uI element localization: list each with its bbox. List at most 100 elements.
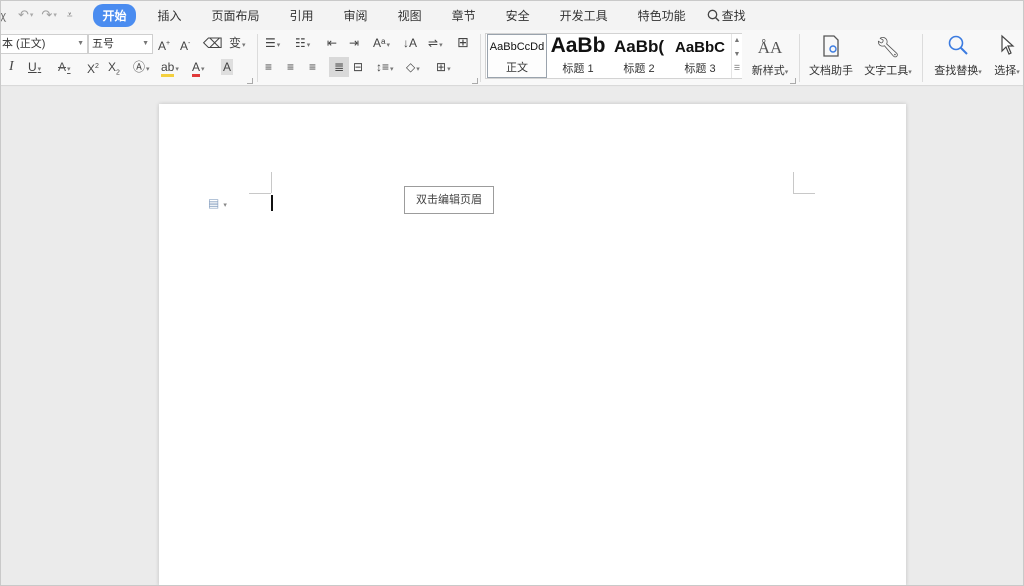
clear-formatting-icon[interactable]: ⌫ bbox=[203, 35, 223, 51]
shading-fill-icon[interactable]: ◇▾ bbox=[406, 59, 420, 78]
style-preview: AaBbC bbox=[674, 39, 725, 56]
document-workspace: ▤ ▾ 双击编辑页眉 bbox=[0, 87, 1024, 586]
style-heading-3[interactable]: AaBbC 标题 3 bbox=[670, 34, 730, 78]
change-case-icon[interactable]: Aᵃ▾ bbox=[373, 35, 390, 54]
margin-corner-mark bbox=[793, 172, 794, 193]
gallery-expand-icon[interactable]: ☰ bbox=[732, 62, 742, 76]
styles-dialog-launcher[interactable] bbox=[790, 78, 796, 84]
style-heading-2[interactable]: AaBb( 标题 2 bbox=[609, 34, 669, 78]
strikethrough-icon[interactable]: A▾ bbox=[58, 59, 71, 78]
style-gallery-scroll[interactable]: ▲ ▼ ☰ bbox=[731, 34, 742, 78]
text-cursor bbox=[271, 195, 273, 211]
tab-page-layout[interactable]: 页面布局 bbox=[204, 4, 268, 27]
search-tab[interactable]: 查找 bbox=[707, 7, 746, 24]
ribbon-separator bbox=[480, 34, 481, 82]
style-label: 正文 bbox=[506, 62, 528, 74]
align-right-icon[interactable]: ≡ bbox=[309, 59, 316, 75]
redo-dropdown-icon[interactable]: ▾ bbox=[53, 11, 57, 19]
new-style-button[interactable]: ÅA 新样式▾ bbox=[747, 34, 793, 78]
style-preview: AaBbCcDd bbox=[489, 41, 545, 53]
undo-icon[interactable]: ↶ bbox=[18, 7, 29, 23]
text-tools-label: 文字工具 bbox=[864, 65, 909, 77]
text-effects-icon[interactable]: Ⓐ▾ bbox=[133, 59, 150, 78]
align-center-icon[interactable]: ≡ bbox=[287, 59, 294, 75]
underline-icon[interactable]: U▾ bbox=[28, 59, 41, 78]
menu-bar: ꭕ ↶ ▾ ↷ ▾ ⩡ 开始 插入 页面布局 引用 审阅 视图 章节 安全 开发… bbox=[0, 0, 1024, 30]
superscript-icon[interactable]: X2 bbox=[87, 59, 99, 77]
text-tools-button[interactable]: 🔧︎ 文字工具▾ bbox=[860, 34, 916, 78]
borders-icon[interactable]: ⊞▾ bbox=[436, 59, 451, 78]
decrease-font-size-icon[interactable]: A- bbox=[180, 36, 190, 54]
bullet-list-icon[interactable]: ☰▾ bbox=[265, 35, 280, 54]
table-grid-icon[interactable]: ⊞ bbox=[457, 34, 469, 50]
document-assistant-button[interactable]: 文档助手 bbox=[806, 34, 856, 78]
ribbon-separator bbox=[922, 34, 923, 82]
font-name-select[interactable]: 本 (正文) ▼ bbox=[0, 34, 88, 54]
decrease-indent-icon[interactable]: ⇤ bbox=[327, 35, 337, 51]
tab-home[interactable]: 开始 bbox=[93, 3, 136, 27]
increase-indent-icon[interactable]: ⇥ bbox=[349, 35, 359, 51]
tab-developer[interactable]: 开发工具 bbox=[552, 4, 616, 27]
sort-icon[interactable]: ↓A bbox=[403, 35, 417, 51]
document-page[interactable]: ▤ ▾ 双击编辑页眉 bbox=[159, 104, 906, 586]
tab-references[interactable]: 引用 bbox=[282, 4, 322, 27]
search-tab-label: 查找 bbox=[721, 8, 746, 23]
tab-view[interactable]: 视图 bbox=[390, 4, 430, 27]
numbered-list-icon[interactable]: ☷▾ bbox=[295, 35, 310, 54]
italic-icon[interactable]: I bbox=[9, 59, 14, 75]
chevron-down-icon: ▼ bbox=[77, 40, 84, 47]
customize-quick-access-icon[interactable]: ⩡ bbox=[67, 10, 73, 21]
find-replace-button[interactable]: 查找替换▾ bbox=[928, 34, 988, 78]
search-icon bbox=[707, 9, 720, 21]
redo-icon[interactable]: ↷ bbox=[41, 7, 52, 23]
select-button[interactable]: 选择▾ bbox=[990, 34, 1024, 78]
show-marks-icon[interactable]: ⇌▾ bbox=[428, 35, 443, 54]
ribbon-separator bbox=[257, 34, 258, 82]
wrench-icon: 🔧︎ bbox=[875, 37, 901, 59]
justify-icon[interactable]: ≣ bbox=[329, 57, 349, 77]
font-color-icon[interactable]: A▾ bbox=[192, 59, 205, 78]
font-dialog-launcher[interactable] bbox=[247, 78, 253, 84]
style-normal[interactable]: AaBbCcDd 正文 bbox=[487, 34, 547, 78]
tab-review[interactable]: 审阅 bbox=[336, 4, 376, 27]
font-size-value: 五号 bbox=[92, 38, 114, 50]
tab-security[interactable]: 安全 bbox=[498, 4, 538, 27]
style-label: 标题 2 bbox=[623, 63, 655, 75]
align-left-icon[interactable]: ≡ bbox=[265, 59, 272, 75]
margin-corner-mark bbox=[793, 193, 815, 194]
style-preview: AaBb( bbox=[613, 37, 665, 56]
increase-font-size-icon[interactable]: A+ bbox=[158, 36, 170, 54]
document-assistant-icon bbox=[806, 34, 856, 62]
scissors-icon[interactable]: ꭕ bbox=[0, 8, 10, 23]
undo-dropdown-icon[interactable]: ▾ bbox=[30, 11, 34, 19]
style-label: 标题 3 bbox=[684, 63, 716, 75]
tab-special-features[interactable]: 特色功能 bbox=[630, 4, 694, 27]
chevron-down-icon: ▼ bbox=[142, 40, 149, 47]
paragraph-dialog-launcher[interactable] bbox=[472, 78, 478, 84]
style-label: 标题 1 bbox=[562, 63, 594, 75]
subscript-icon[interactable]: X2 bbox=[108, 59, 120, 81]
paragraph-layout-icon[interactable]: ▤ ▾ bbox=[208, 196, 227, 210]
ribbon-toolbar: 本 (正文) ▼ 五号 ▼ A+ A- ⌫ 变▾ I U▾ A▾ X2 X2 Ⓐ▾ … bbox=[0, 30, 1024, 86]
document-assistant-label: 文档助手 bbox=[809, 65, 853, 77]
tab-insert[interactable]: 插入 bbox=[150, 4, 190, 27]
distributed-align-icon[interactable]: ⊟ bbox=[353, 59, 363, 75]
highlight-color-icon[interactable]: ab▾ bbox=[161, 59, 179, 78]
quick-access-toolbar: ꭕ ↶ ▾ ↷ ▾ ⩡ bbox=[0, 7, 72, 23]
font-name-value: 本 (正文) bbox=[2, 38, 46, 50]
style-heading-1[interactable]: AaBb 标题 1 bbox=[548, 34, 608, 78]
font-size-select[interactable]: 五号 ▼ bbox=[88, 34, 153, 54]
new-style-icon: ÅA bbox=[757, 38, 783, 57]
line-spacing-icon[interactable]: ↕≡▾ bbox=[376, 59, 394, 78]
find-replace-icon bbox=[928, 34, 988, 62]
new-style-label: 新样式 bbox=[751, 65, 785, 77]
tab-sections[interactable]: 章节 bbox=[444, 4, 484, 27]
chevron-up-icon[interactable]: ▲ bbox=[732, 34, 742, 48]
select-label: 选择 bbox=[994, 65, 1017, 77]
chevron-down-icon[interactable]: ▼ bbox=[732, 48, 742, 62]
character-shading-icon[interactable]: A bbox=[221, 59, 234, 75]
header-edit-hint[interactable]: 双击编辑页眉 bbox=[404, 186, 494, 214]
ribbon-separator bbox=[799, 34, 800, 82]
margin-corner-mark bbox=[271, 172, 272, 193]
phonetic-guide-icon[interactable]: 变▾ bbox=[229, 35, 246, 54]
